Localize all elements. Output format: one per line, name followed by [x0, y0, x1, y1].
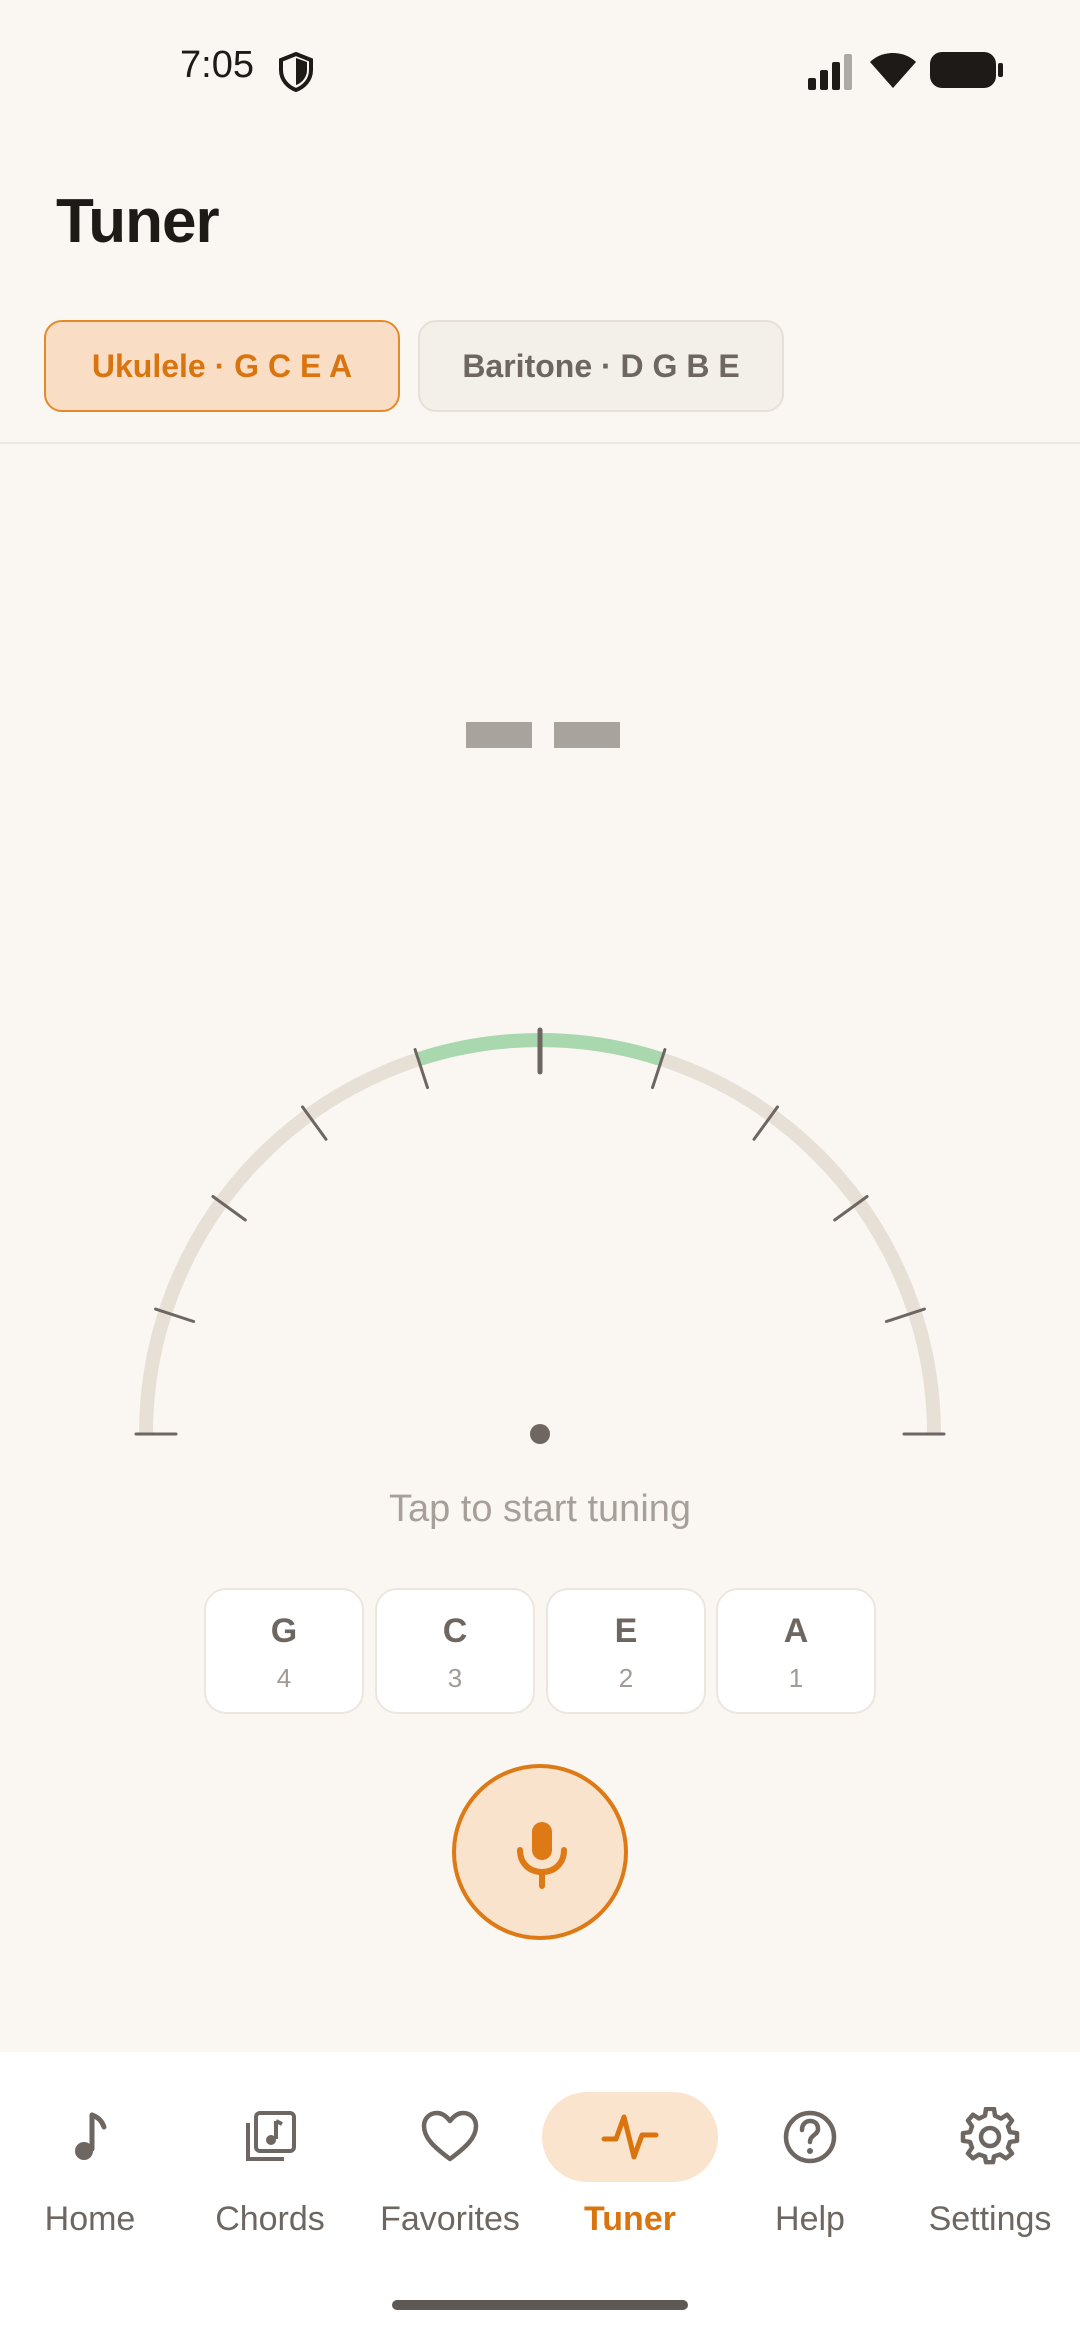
shield-icon	[279, 52, 313, 92]
string-note: A	[783, 1612, 809, 1650]
string-button-a[interactable]: A 1	[716, 1588, 876, 1714]
gauge-track	[139, 1033, 941, 1435]
bottom-nav: Home Chords Favorites Tuner Help Setting…	[0, 2052, 1080, 2340]
header-divider	[0, 442, 1080, 444]
battery-icon	[930, 52, 1003, 88]
nav-label: Home	[44, 2200, 136, 2238]
tuning-gauge	[134, 1027, 946, 1444]
nav-item-chords[interactable]: Chords	[180, 2092, 360, 2252]
heart-icon	[421, 2110, 479, 2162]
wifi-icon	[870, 53, 916, 88]
nav-item-help[interactable]: Help	[720, 2092, 900, 2252]
nav-item-home[interactable]: Home	[0, 2092, 180, 2252]
chip-ukulele-tuning[interactable]: Ukulele · G C E A	[44, 320, 400, 412]
gauge-pivot	[530, 1424, 550, 1444]
string-button-e[interactable]: E 2	[546, 1588, 706, 1714]
string-button-g[interactable]: G 4	[204, 1588, 364, 1714]
waveform-icon	[601, 2114, 659, 2160]
tuning-hint: Tap to start tuning	[388, 1488, 692, 1530]
string-number: 3	[447, 1663, 463, 1693]
string-note: C	[442, 1612, 468, 1650]
microphone-icon	[517, 1822, 567, 1889]
signal-icon	[808, 54, 852, 90]
note-dash-left	[466, 722, 532, 748]
note-dash-right	[554, 722, 620, 748]
microphone-button[interactable]	[452, 1764, 628, 1940]
string-number: 1	[788, 1663, 804, 1693]
note-display	[466, 722, 622, 748]
status-bar: 7:05	[0, 0, 1080, 140]
string-number: 4	[276, 1663, 292, 1693]
string-button-c[interactable]: C 3	[375, 1588, 535, 1714]
gear-icon	[960, 2107, 1020, 2165]
nav-item-tuner[interactable]: Tuner	[540, 2092, 720, 2252]
home-indicator[interactable]	[392, 2300, 688, 2310]
nav-label: Settings	[928, 2200, 1052, 2238]
nav-label: Help	[775, 2200, 845, 2238]
music-library-icon	[246, 2111, 296, 2161]
nav-label: Favorites	[380, 2200, 520, 2238]
nav-item-settings[interactable]: Settings	[900, 2092, 1080, 2252]
page-title: Tuner	[56, 187, 220, 256]
nav-label: Tuner	[584, 2200, 676, 2238]
music-note-icon	[75, 2112, 107, 2160]
gauge-ticks	[134, 1027, 946, 1436]
chip-baritone-tuning[interactable]: Baritone · D G B E	[418, 320, 784, 412]
string-note: G	[270, 1612, 298, 1650]
nav-item-favorites[interactable]: Favorites	[360, 2092, 540, 2252]
nav-label: Chords	[215, 2200, 325, 2238]
help-circle-icon	[783, 2110, 837, 2164]
string-number: 2	[618, 1663, 634, 1693]
string-note: E	[614, 1612, 638, 1650]
string-buttons: G 4 C 3 E 2 A 1	[204, 1588, 876, 1716]
status-time: 7:05	[180, 44, 254, 86]
